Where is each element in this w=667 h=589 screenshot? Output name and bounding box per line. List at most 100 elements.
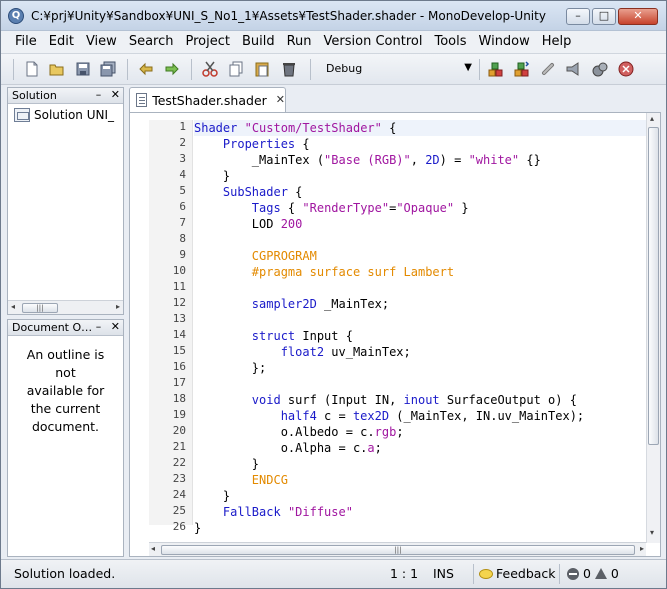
code-line[interactable]: Shader "Custom/TestShader" { bbox=[194, 120, 396, 136]
code-line[interactable] bbox=[194, 376, 201, 392]
code-line[interactable]: LOD 200 bbox=[194, 216, 303, 232]
line-number: 16 bbox=[172, 360, 186, 373]
close-button[interactable]: ✕ bbox=[618, 8, 658, 25]
debug-icon[interactable] bbox=[591, 60, 609, 78]
configuration-value: Debug bbox=[326, 62, 363, 75]
code-line[interactable]: o.Alpha = c.a; bbox=[194, 440, 382, 456]
tab-testshader[interactable]: TestShader.shader ✕ bbox=[129, 87, 286, 113]
code-line[interactable]: void surf (Input IN, inout SurfaceOutput… bbox=[194, 392, 577, 408]
error-warning-counter[interactable]: 0 0 bbox=[567, 566, 619, 581]
menu-edit[interactable]: Edit bbox=[43, 31, 80, 53]
code-line[interactable]: #pragma surface surf Lambert bbox=[194, 264, 454, 280]
minimize-button[interactable]: – bbox=[566, 8, 590, 25]
code-text[interactable]: Shader "Custom/TestShader" { Properties … bbox=[194, 120, 646, 535]
insert-mode: INS bbox=[433, 566, 454, 581]
code-line[interactable]: o.Albedo = c.rgb; bbox=[194, 424, 404, 440]
attach-icon[interactable] bbox=[539, 60, 557, 78]
save-all-icon[interactable] bbox=[99, 60, 117, 78]
cut-icon[interactable] bbox=[201, 60, 219, 78]
line-number: 17 bbox=[172, 376, 186, 389]
code-line[interactable]: } bbox=[194, 488, 230, 504]
close-icon[interactable]: ✕ bbox=[276, 93, 285, 113]
solution-tree-item[interactable]: Solution UNI_ bbox=[14, 108, 114, 122]
build-icon[interactable] bbox=[487, 60, 505, 78]
menu-version-control[interactable]: Version Control bbox=[318, 31, 429, 53]
title-bar[interactable]: Q C:¥prj¥Unity¥Sandbox¥UNI_S_No1_1¥Asset… bbox=[1, 1, 666, 31]
code-editor[interactable]: 1 2 3 4 5 6 7 8 9 10 11 12 13 14 15 16 1… bbox=[129, 112, 661, 557]
code-line[interactable]: ENDCG bbox=[194, 472, 288, 488]
code-line[interactable]: } bbox=[194, 456, 259, 472]
solution-pad-close-button[interactable]: ✕ bbox=[111, 88, 120, 101]
scroll-up-icon[interactable]: ▴ bbox=[650, 114, 654, 123]
code-line[interactable]: FallBack "Diffuse" bbox=[194, 504, 353, 520]
code-line[interactable]: float2 uv_MainTex; bbox=[194, 344, 411, 360]
code-line[interactable]: sampler2D _MainTex; bbox=[194, 296, 389, 312]
undo-icon[interactable] bbox=[137, 60, 155, 78]
feedback-button[interactable]: Feedback bbox=[479, 566, 556, 581]
code-line[interactable]: CGPROGRAM bbox=[194, 248, 317, 264]
menu-build[interactable]: Build bbox=[236, 31, 281, 53]
code-line[interactable]: } bbox=[194, 168, 230, 184]
redo-icon[interactable] bbox=[163, 60, 181, 78]
outline-pad-minimize-button[interactable]: – bbox=[96, 320, 102, 333]
run-icon[interactable] bbox=[565, 60, 583, 78]
scroll-left-icon[interactable]: ◂ bbox=[151, 544, 155, 553]
error-count: 0 bbox=[582, 566, 591, 581]
scroll-left-icon[interactable]: ◂ bbox=[11, 302, 15, 311]
code-line[interactable]: SubShader { bbox=[194, 184, 302, 200]
editor-vertical-scrollbar[interactable]: ▴ ▾ bbox=[646, 113, 660, 543]
line-number: 20 bbox=[172, 424, 186, 437]
toolbar-separator bbox=[479, 59, 480, 80]
editor-horizontal-scrollbar[interactable]: ◂ ||| ▸ bbox=[149, 542, 646, 556]
menu-search[interactable]: Search bbox=[123, 31, 180, 53]
code-line[interactable]: struct Input { bbox=[194, 328, 353, 344]
line-number: 11 bbox=[172, 280, 186, 293]
open-icon[interactable] bbox=[48, 60, 66, 78]
monodevelop-app-icon[interactable]: Q bbox=[8, 8, 24, 24]
menu-project[interactable]: Project bbox=[179, 31, 235, 53]
code-line[interactable] bbox=[194, 232, 201, 248]
code-line[interactable]: } bbox=[194, 520, 201, 536]
stop-icon[interactable] bbox=[617, 60, 635, 78]
scroll-down-icon[interactable]: ▾ bbox=[650, 528, 654, 537]
scroll-right-icon[interactable]: ▸ bbox=[640, 544, 644, 553]
rebuild-icon[interactable] bbox=[513, 60, 531, 78]
configuration-select[interactable]: Debug ▼ bbox=[320, 59, 476, 80]
delete-icon[interactable] bbox=[280, 60, 298, 78]
outline-message-line: document. bbox=[31, 419, 100, 434]
outline-pad-close-button[interactable]: ✕ bbox=[111, 320, 120, 333]
status-message: Solution loaded. bbox=[14, 566, 116, 581]
line-number: 26 bbox=[172, 520, 186, 533]
editor-horizontal-scroll-thumb[interactable]: ||| bbox=[161, 545, 635, 555]
line-number: 18 bbox=[172, 392, 186, 405]
editor-vertical-scroll-thumb[interactable] bbox=[648, 127, 659, 445]
solution-scroll-thumb[interactable]: ||| bbox=[22, 303, 58, 313]
code-line[interactable]: Properties { bbox=[194, 136, 310, 152]
scroll-right-icon[interactable]: ▸ bbox=[116, 302, 120, 311]
code-line[interactable]: }; bbox=[194, 360, 266, 376]
tab-label: TestShader.shader bbox=[152, 93, 267, 108]
menu-file[interactable]: File bbox=[9, 31, 43, 53]
code-line[interactable] bbox=[194, 280, 201, 296]
solution-pad-minimize-button[interactable]: – bbox=[96, 88, 102, 101]
line-number: 10 bbox=[172, 264, 186, 277]
warning-icon bbox=[594, 568, 607, 579]
code-line[interactable] bbox=[194, 312, 201, 328]
solution-horizontal-scrollbar[interactable]: ◂ ||| ▸ bbox=[8, 300, 123, 314]
outline-message-line: the current bbox=[30, 401, 101, 416]
code-line[interactable]: _MainTex ("Base (RGB)", 2D) = "white" {} bbox=[194, 152, 541, 168]
menu-run[interactable]: Run bbox=[281, 31, 318, 53]
save-icon[interactable] bbox=[74, 60, 92, 78]
menu-help[interactable]: Help bbox=[536, 31, 578, 53]
new-file-icon[interactable] bbox=[23, 60, 41, 78]
menu-view[interactable]: View bbox=[80, 31, 123, 53]
paste-icon[interactable] bbox=[253, 60, 271, 78]
code-line[interactable]: Tags { "RenderType"="Opaque" } bbox=[194, 200, 469, 216]
code-line[interactable]: half4 c = tex2D (_MainTex, IN.uv_MainTex… bbox=[194, 408, 584, 424]
maximize-button[interactable]: □ bbox=[592, 8, 616, 25]
copy-icon[interactable] bbox=[227, 60, 245, 78]
menu-tools[interactable]: Tools bbox=[428, 31, 472, 53]
outline-message-line: available for bbox=[26, 383, 105, 398]
main-window: Q C:¥prj¥Unity¥Sandbox¥UNI_S_No1_1¥Asset… bbox=[0, 0, 667, 589]
menu-window[interactable]: Window bbox=[473, 31, 536, 53]
